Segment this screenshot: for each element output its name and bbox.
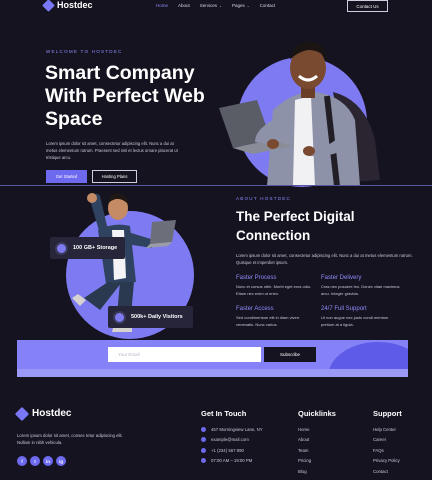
get-started-button[interactable]: Get Started: [46, 170, 87, 183]
quicklinks-column-title: Quicklinks: [298, 409, 336, 418]
quicklink-blog[interactable]: Blog: [298, 466, 311, 477]
quicklink-pricing[interactable]: Pricing: [298, 456, 311, 467]
section-divider: [0, 185, 432, 186]
facebook-icon[interactable]: f: [17, 456, 27, 466]
hosting-plans-button[interactable]: Hosting Plans: [92, 170, 137, 183]
nav-services-label: Services: [199, 3, 218, 8]
support-privacy-policy[interactable]: Privacy Policy: [373, 456, 400, 467]
feature-title: 24/7 Full Support: [321, 306, 367, 312]
feature-title: Faster Access: [236, 306, 274, 312]
storage-stat-card: 100 GB+ Storage: [50, 237, 125, 259]
visitors-stat-label: 500k+ Daily Visitors: [131, 314, 183, 320]
subscribe-button[interactable]: Subscribe: [264, 347, 316, 362]
support-list: Help Center Career FAQs Privacy Policy C…: [373, 424, 400, 477]
chevron-down-icon: ⌄: [218, 4, 222, 8]
contact-list: 457 Morningview Lane, NY example@mail.co…: [201, 424, 263, 466]
support-contact[interactable]: Contact: [373, 466, 400, 477]
nav-services[interactable]: Services ⌄: [200, 3, 222, 8]
storage-icon: [55, 241, 68, 255]
hero-title: Smart Company With Perfect Web Space: [45, 62, 205, 130]
footer-logo-text: Hostdec: [32, 408, 72, 419]
visitors-stat-card: 500k+ Daily Visitors: [108, 306, 193, 328]
mail-icon: [201, 437, 206, 443]
feature-text: Sed condimentum elit in diam viverr vene…: [236, 315, 300, 327]
chevron-down-icon: ⌄: [245, 4, 250, 8]
contact-email-text: example@mail.com: [211, 437, 249, 443]
quicklink-about[interactable]: About: [298, 435, 311, 446]
twitter-icon[interactable]: t: [30, 456, 40, 466]
quicklink-home[interactable]: Home: [298, 424, 311, 435]
about-kicker: ABOUT HOSTDEC: [236, 196, 292, 201]
support-career[interactable]: Career: [373, 435, 400, 446]
about-description: Lorem ipsum dolor sit amet, consectetur …: [236, 253, 413, 265]
header: Hostdec Home About Services ⌄ Pages ⌄ Co…: [0, 0, 432, 12]
phone-icon: [201, 447, 206, 453]
contact-email[interactable]: example@mail.com: [201, 435, 263, 446]
support-column-title: Support: [373, 409, 402, 418]
banner-bottom-strip: [17, 369, 408, 377]
nav-about[interactable]: About: [178, 3, 190, 8]
feature-title: Faster Delivery: [321, 275, 362, 281]
feature-faster-access: Faster Access Sed condimentum elit in di…: [236, 306, 316, 328]
footer-description: Lorem ipsum dolor sit amet, consec tetur…: [17, 433, 123, 445]
logo-icon: [42, 0, 55, 12]
contact-hours: 07:00 AM – 19:00 PM: [201, 456, 263, 467]
clock-icon: [201, 458, 206, 464]
contact-column-title: Get In Touch: [201, 409, 247, 418]
newsletter-banner: Your Email Subscribe: [17, 340, 408, 377]
support-help-center[interactable]: Help Center: [373, 424, 400, 435]
nav-pages-label: Pages: [231, 3, 245, 8]
email-input[interactable]: Your Email: [108, 347, 261, 362]
nav-home[interactable]: Home: [156, 3, 168, 8]
feature-text: Nunc et cursus nibh. Morbi eget eros odi…: [236, 284, 312, 296]
feature-full-support: 24/7 Full Support Ut non augue nec justo…: [321, 306, 401, 328]
storage-stat-label: 100 GB+ Storage: [73, 245, 118, 251]
about-title: The Perfect Digital Connection: [236, 209, 355, 243]
contact-hours-text: 07:00 AM – 19:00 PM: [211, 458, 253, 464]
location-icon: [201, 426, 206, 432]
nav-contact[interactable]: Contact: [260, 3, 276, 8]
footer-logo[interactable]: Hostdec: [14, 406, 72, 421]
hero-person-image: [219, 41, 380, 186]
contact-phone[interactable]: +1 (234) 567 890: [201, 445, 263, 456]
nav-pages[interactable]: Pages ⌄: [232, 3, 250, 8]
contact-address-text: 457 Morningview Lane, NY: [211, 426, 263, 432]
quicklinks-list: Home About Team Pricing Blog: [298, 424, 311, 477]
logo-icon: [14, 406, 30, 421]
contact-address: 457 Morningview Lane, NY: [201, 424, 263, 435]
feature-faster-delivery: Faster Delivery Cras nec posuere leo. Do…: [321, 275, 401, 297]
instagram-icon[interactable]: ig: [56, 456, 66, 466]
main-nav: Home About Services ⌄ Pages ⌄ Contact: [156, 3, 275, 8]
feature-text: Cras nec posuere leo. Donec vitae maximu…: [321, 284, 400, 296]
support-faqs[interactable]: FAQs: [373, 445, 400, 456]
linkedin-icon[interactable]: in: [43, 456, 53, 466]
logo-text: Hostdec: [57, 0, 93, 10]
feature-text: Ut non augue nec justo condi mentum pret…: [321, 315, 389, 327]
visitors-icon: [113, 310, 126, 324]
feature-faster-process: Faster Process Nunc et cursus nibh. Morb…: [236, 275, 316, 297]
contact-phone-text: +1 (234) 567 890: [211, 447, 244, 453]
hero-kicker: WELCOME TO HOSTDEC: [46, 49, 123, 54]
social-links: f t in ig: [17, 456, 66, 466]
contact-us-button[interactable]: Contact Us: [347, 0, 388, 12]
quicklink-team[interactable]: Team: [298, 445, 311, 456]
hero-description: Lorem ipsum dolor sit amet, consectetur …: [46, 141, 178, 160]
feature-title: Faster Process: [236, 275, 277, 281]
logo[interactable]: Hostdec: [42, 0, 93, 12]
